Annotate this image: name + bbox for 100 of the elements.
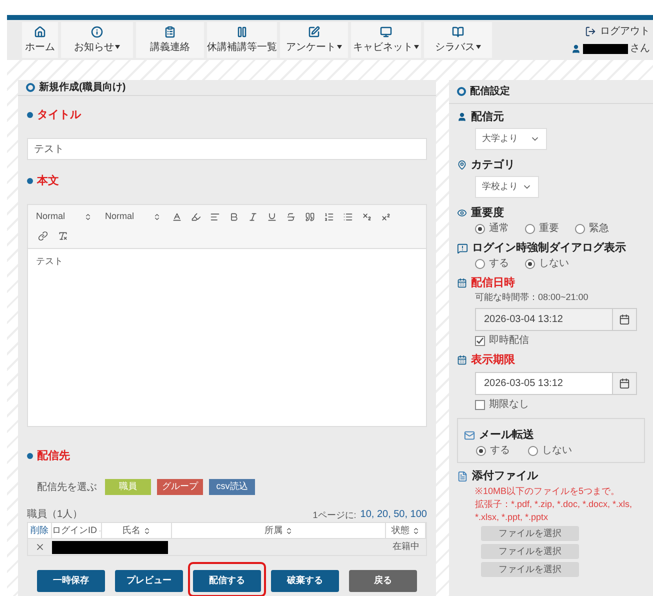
calendar-icon — [619, 378, 630, 389]
nav-label: お知らせ — [74, 40, 114, 54]
quote-icon — [305, 212, 315, 222]
pen-icon — [308, 26, 320, 38]
strikethrough-icon — [286, 212, 296, 222]
radio-label: する — [489, 258, 509, 270]
section-label: カテゴリ — [471, 158, 515, 172]
checkbox[interactable] — [475, 400, 485, 410]
radio-button[interactable] — [475, 259, 485, 269]
mail-icon — [464, 430, 475, 440]
caret-icon — [115, 45, 120, 49]
file-select-button[interactable]: ファイルを選択 — [481, 562, 579, 577]
time-hint: 可能な時間帯：08:00~21:00 — [475, 292, 590, 303]
nav-item[interactable]: お知らせ — [61, 22, 133, 58]
nav-label: アンケート — [286, 40, 336, 54]
choose-button[interactable]: グループ — [157, 479, 203, 495]
radio-button[interactable] — [525, 259, 535, 269]
logout-link[interactable]: ログアウト — [585, 24, 650, 39]
nav-item[interactable]: アンケート — [280, 22, 348, 58]
highlight-button[interactable] — [189, 210, 203, 224]
title-field[interactable]: テスト — [27, 138, 427, 160]
clear-format-icon — [58, 231, 68, 241]
column-header[interactable]: 削除 — [28, 523, 52, 538]
column-header[interactable]: 状態 — [386, 523, 426, 538]
book-icon — [452, 26, 464, 38]
date-field[interactable]: 2026-03-05 13:12 — [475, 372, 637, 395]
calendar-icon — [619, 314, 630, 325]
action-button[interactable]: 戻る — [349, 570, 417, 592]
bullet-icon — [27, 453, 33, 459]
link-icon — [38, 231, 48, 241]
caret-icon — [476, 45, 481, 49]
bold-icon — [229, 212, 239, 222]
radio-label: 通常 — [489, 223, 509, 235]
column-header[interactable]: 所属 — [172, 523, 386, 538]
file-icon — [457, 470, 468, 482]
date-value: 2026-03-05 13:12 — [483, 377, 564, 391]
radio-button[interactable] — [476, 446, 486, 456]
align-icon — [210, 212, 220, 222]
bullet-list-icon — [343, 212, 353, 222]
action-button[interactable]: 配信する — [193, 570, 261, 592]
section-label: 添付ファイル — [472, 469, 538, 483]
alert-icon — [457, 242, 468, 254]
section-label: 重要度 — [471, 206, 504, 220]
radio-option[interactable]: する — [475, 258, 509, 270]
file-select-button[interactable]: ファイルを選択 — [481, 544, 579, 559]
home-icon — [34, 26, 46, 38]
radio-button[interactable] — [575, 224, 585, 234]
radio-option[interactable]: する — [476, 445, 510, 457]
nav-item[interactable]: 講義連絡 — [136, 22, 204, 58]
radio-button[interactable] — [525, 224, 535, 234]
nav-label: シラバス — [435, 40, 475, 54]
bullet-icon — [27, 112, 33, 118]
close-icon — [35, 542, 45, 552]
radio-button[interactable] — [528, 446, 538, 456]
pause-icon — [236, 26, 248, 38]
quote-button[interactable] — [303, 210, 317, 224]
calendar-button[interactable] — [612, 373, 636, 394]
logout-icon — [585, 26, 596, 37]
editor-body[interactable]: テスト — [28, 249, 426, 426]
file-select-button[interactable]: ファイルを選択 — [481, 526, 579, 541]
link-button[interactable] — [36, 229, 50, 243]
choose-button[interactable]: csv読込 — [209, 479, 255, 495]
radio-label: しない — [539, 258, 569, 270]
checkbox-option[interactable]: 期限なし — [475, 399, 645, 411]
action-button[interactable]: 破棄する — [271, 570, 339, 592]
radio-label: 緊急 — [589, 223, 609, 235]
nav-item[interactable]: 休講補講等一覧 — [207, 22, 277, 58]
font-select[interactable]: Normal — [36, 210, 92, 224]
underline-icon — [267, 212, 277, 222]
section-label: メール転送 — [479, 428, 534, 442]
user-suffix: さん — [630, 42, 650, 56]
nav-item[interactable]: キャビネット — [351, 22, 421, 58]
radio-option[interactable]: 通常 — [475, 223, 509, 235]
radio-option[interactable]: しない — [525, 258, 569, 270]
eye-icon — [457, 208, 467, 218]
nav-item[interactable]: ホーム — [22, 22, 58, 58]
section-label: 配信日時 — [471, 276, 515, 290]
radio-label: する — [490, 445, 510, 457]
section-label: 配信先 — [37, 449, 70, 463]
section-label: 配信元 — [471, 110, 504, 124]
radio-option[interactable]: 重要 — [525, 223, 559, 235]
column-header[interactable]: 氏名 — [102, 523, 172, 538]
action-button[interactable]: プレビュー — [115, 570, 183, 592]
info-icon — [91, 26, 103, 38]
radio-option[interactable]: 緊急 — [575, 223, 609, 235]
nav-label: 講義連絡 — [150, 40, 190, 54]
updown-icon — [84, 213, 92, 221]
size-select[interactable]: Normal — [105, 210, 161, 224]
action-button[interactable]: 一時保存 — [37, 570, 105, 592]
panel-title: 配信設定 — [470, 84, 510, 99]
sender-select[interactable]: 大学より — [475, 128, 547, 150]
per-page-options[interactable]: 10, 20, 50, 100 — [360, 507, 427, 522]
nav-item[interactable]: シラバス — [424, 22, 492, 58]
radio-label: しない — [542, 445, 572, 457]
superscript-icon — [381, 212, 391, 222]
recipient-count: 職員（1人） — [27, 508, 83, 522]
category-select[interactable]: 学校より — [475, 176, 539, 198]
radio-option[interactable]: しない — [528, 445, 572, 457]
column-header[interactable]: ログインID — [52, 523, 102, 538]
radio-button[interactable] — [475, 224, 485, 234]
